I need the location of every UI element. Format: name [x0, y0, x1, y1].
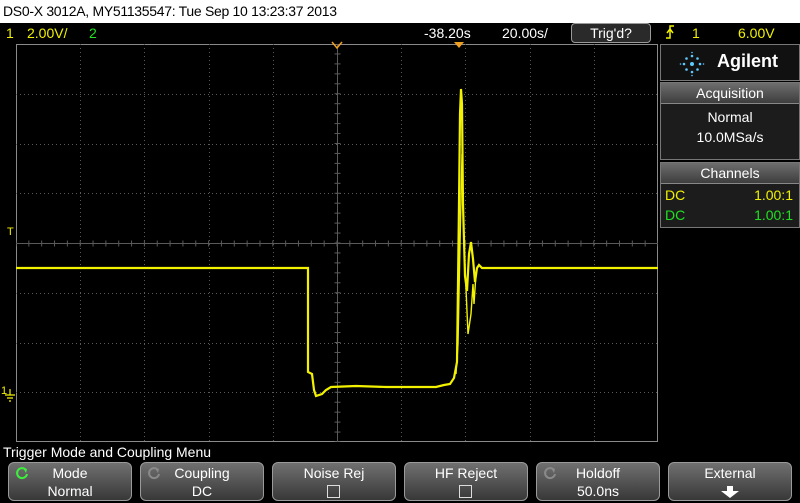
brand-panel: Agilent	[660, 44, 800, 81]
window-title: DS0-X 3012A, MY51135547: Tue Sep 10 13:2…	[3, 3, 337, 19]
trigger-level[interactable]: 6.00V	[738, 23, 775, 43]
ch1-probe-ratio: 1.00:1	[754, 187, 793, 203]
acquisition-header: Acquisition	[661, 83, 799, 104]
ch2-probe-ratio: 1.00:1	[754, 207, 793, 223]
softkey-holdoff-label: Holdoff	[575, 465, 621, 481]
agilent-logo-icon	[679, 51, 705, 77]
ch1-label[interactable]: 1	[6, 23, 14, 43]
time-offset[interactable]: -38.20s	[424, 23, 471, 43]
side-panel: Agilent Acquisition Normal 10.0MSa/s Cha…	[660, 44, 800, 229]
softkey-mode-value: Normal	[47, 483, 93, 499]
softkey-external-label: External	[704, 465, 756, 481]
softkey-mode-label: Mode	[52, 465, 88, 481]
softkey-coupling-value: DC	[191, 483, 213, 499]
acquisition-panel: Acquisition Normal 10.0MSa/s	[660, 82, 800, 160]
status-bar: 1 2.00V/ 2 -38.20s 20.00s/ Trig'd? 1 6.0…	[0, 23, 800, 43]
time-scale[interactable]: 20.00s/	[502, 23, 548, 43]
ch1-coupling: DC	[665, 187, 686, 203]
softkey-external[interactable]: External	[668, 462, 792, 501]
softkey-mode[interactable]: Mode Normal	[8, 462, 132, 501]
channel-row-1: DC 1.00:1	[661, 185, 799, 205]
softkey-holdoff-value: 50.0ns	[576, 483, 620, 499]
softkey-noise-rej-label: Noise Rej	[303, 465, 365, 481]
menu-title: Trigger Mode and Coupling Menu	[3, 444, 212, 460]
softkey-noise-rej[interactable]: Noise Rej	[272, 462, 396, 501]
ground-icon	[5, 389, 15, 402]
ch2-coupling: DC	[665, 207, 686, 223]
ch2-label[interactable]: 2	[89, 23, 97, 43]
ch1-scale[interactable]: 2.00V/	[27, 23, 67, 43]
hf-reject-checkbox[interactable]	[459, 485, 472, 498]
softkey-hf-reject[interactable]: HF Reject	[404, 462, 528, 501]
trigger-position-marker	[454, 42, 464, 48]
softkey-coupling-label: Coupling	[174, 465, 230, 481]
time-reference-marker	[331, 41, 343, 49]
brand-name: Agilent	[717, 51, 778, 71]
acquisition-mode: Normal	[707, 109, 753, 125]
down-arrow-icon	[721, 486, 739, 498]
channels-panel: Channels DC 1.00:1 DC 1.00:1	[660, 162, 800, 228]
trigger-edge-icon	[664, 23, 676, 43]
trigger-source[interactable]: 1	[692, 23, 700, 43]
channel-row-2: DC 1.00:1	[661, 205, 799, 225]
softkey-holdoff[interactable]: Holdoff 50.0ns	[536, 462, 660, 501]
noise-rej-checkbox[interactable]	[327, 485, 340, 498]
title-bar: DS0-X 3012A, MY51135547: Tue Sep 10 13:2…	[0, 0, 800, 23]
trigger-level-marker: T	[7, 226, 14, 238]
sample-rate: 10.0MSa/s	[696, 129, 764, 145]
softkey-coupling[interactable]: Coupling DC	[140, 462, 264, 501]
softkey-hf-reject-label: HF Reject	[434, 465, 498, 481]
channels-header: Channels	[661, 163, 799, 184]
waveform-display[interactable]	[16, 44, 658, 442]
trigger-status: Trig'd?	[571, 23, 651, 43]
